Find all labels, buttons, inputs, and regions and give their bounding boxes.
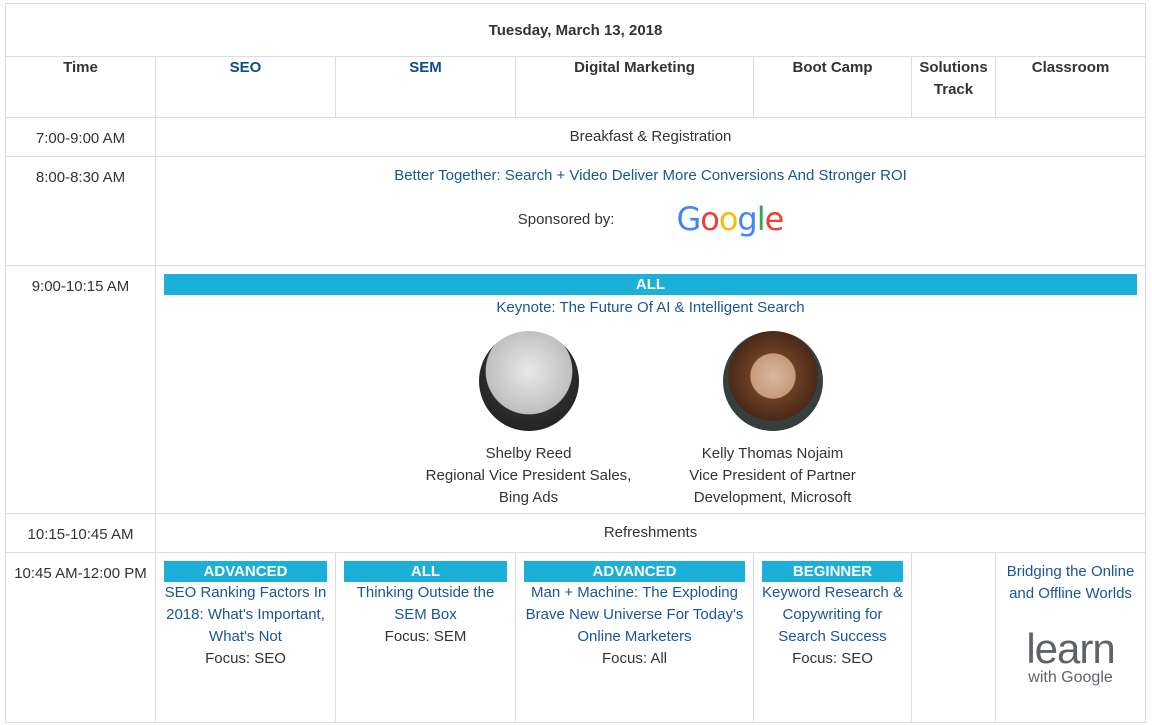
session-link[interactable]: Keyword Research & Copywriting for Searc…: [762, 584, 903, 645]
refreshments: Refreshments: [154, 513, 1147, 553]
session-focus: Focus: SEO: [205, 650, 286, 667]
session-focus: Focus: SEO: [792, 650, 873, 667]
session-link[interactable]: Man + Machine: The Exploding Brave New U…: [526, 584, 744, 645]
digital-marketing-session-cell: ADVANCED Man + Machine: The Exploding Br…: [515, 552, 754, 723]
speaker-photo: [722, 331, 823, 431]
learn-word: learn: [1026, 625, 1115, 672]
learn-with-text: with: [1028, 669, 1057, 686]
solutions-track-empty-cell: [911, 552, 996, 723]
time-cell: 10:45 AM-12:00 PM: [5, 552, 156, 723]
learn-with-google-logo: learn with Google: [996, 625, 1145, 687]
column-header-time: Time: [5, 56, 156, 118]
time-cell: 7:00-9:00 AM: [5, 117, 156, 157]
sponsored-session-cell: Better Together: Search + Video Deliver …: [154, 156, 1147, 266]
speaker-company: Development, Microsoft: [693, 489, 852, 506]
learn-google-text: Google: [1061, 669, 1113, 686]
level-badge: BEGINNER: [762, 561, 903, 582]
level-badge: ADVANCED: [524, 561, 745, 582]
time-cell: 10:15-10:45 AM: [5, 513, 156, 553]
level-badge: ADVANCED: [164, 561, 327, 582]
session-focus: Focus: All: [601, 650, 668, 667]
level-badge: ALL: [164, 274, 1138, 295]
speakers: Shelby Reed Regional Vice President Sale…: [156, 331, 1145, 509]
session-link[interactable]: Bridging the Online and Offline Worlds: [1007, 563, 1135, 602]
session-link[interactable]: Better Together: Search + Video Deliver …: [394, 167, 907, 184]
time-cell: 8:00-8:30 AM: [5, 156, 156, 266]
level-badge: ALL: [344, 561, 507, 582]
speaker-title: Regional Vice President Sales,: [425, 467, 632, 484]
session-link[interactable]: SEO Ranking Factors In 2018: What's Impo…: [165, 584, 327, 645]
column-header-solutions-track: Solutions Track: [911, 56, 996, 118]
keynote-session-link[interactable]: Keynote: The Future Of AI & Intelligent …: [496, 299, 804, 316]
breakfast-registration: Breakfast & Registration: [154, 117, 1147, 157]
boot-camp-session-cell: BEGINNER Keyword Research & Copywriting …: [753, 552, 912, 723]
sponsored-by-label: Sponsored by:: [517, 210, 615, 228]
time-cell: 9:00-10:15 AM: [5, 265, 156, 514]
keynote-cell: ALL Keynote: The Future Of AI & Intellig…: [154, 265, 1147, 514]
column-header-seo[interactable]: SEO: [155, 56, 336, 118]
column-header-classroom: Classroom: [994, 56, 1147, 118]
speaker-company: Bing Ads: [498, 489, 559, 506]
speaker-card: Shelby Reed Regional Vice President Sale…: [409, 331, 649, 509]
sponsor-row: Sponsored by: Google: [156, 200, 1145, 238]
column-header-digital-marketing: Digital Marketing: [515, 56, 754, 118]
agenda-date-title: Tuesday, March 13, 2018: [4, 3, 1147, 57]
sem-session-cell: ALL Thinking Outside the SEM Box Focus: …: [335, 552, 516, 723]
speaker-card: Kelly Thomas Nojaim Vice President of Pa…: [653, 331, 893, 509]
speaker-photo: [478, 331, 579, 431]
google-logo[interactable]: Google: [676, 200, 784, 238]
classroom-session-cell: Bridging the Online and Offline Worlds l…: [994, 552, 1147, 723]
speaker-name: Shelby Reed: [485, 445, 572, 462]
agenda-table: Tuesday, March 13, 2018 Time SEO SEM Dig…: [4, 3, 1147, 723]
speaker-name: Kelly Thomas Nojaim: [701, 445, 844, 462]
column-header-boot-camp: Boot Camp: [753, 56, 912, 118]
session-focus: Focus: SEM: [384, 628, 467, 645]
speaker-title: Vice President of Partner: [689, 467, 856, 484]
column-header-sem[interactable]: SEM: [335, 56, 516, 118]
session-link[interactable]: Thinking Outside the SEM Box: [357, 584, 495, 623]
seo-session-cell: ADVANCED SEO Ranking Factors In 2018: Wh…: [155, 552, 336, 723]
